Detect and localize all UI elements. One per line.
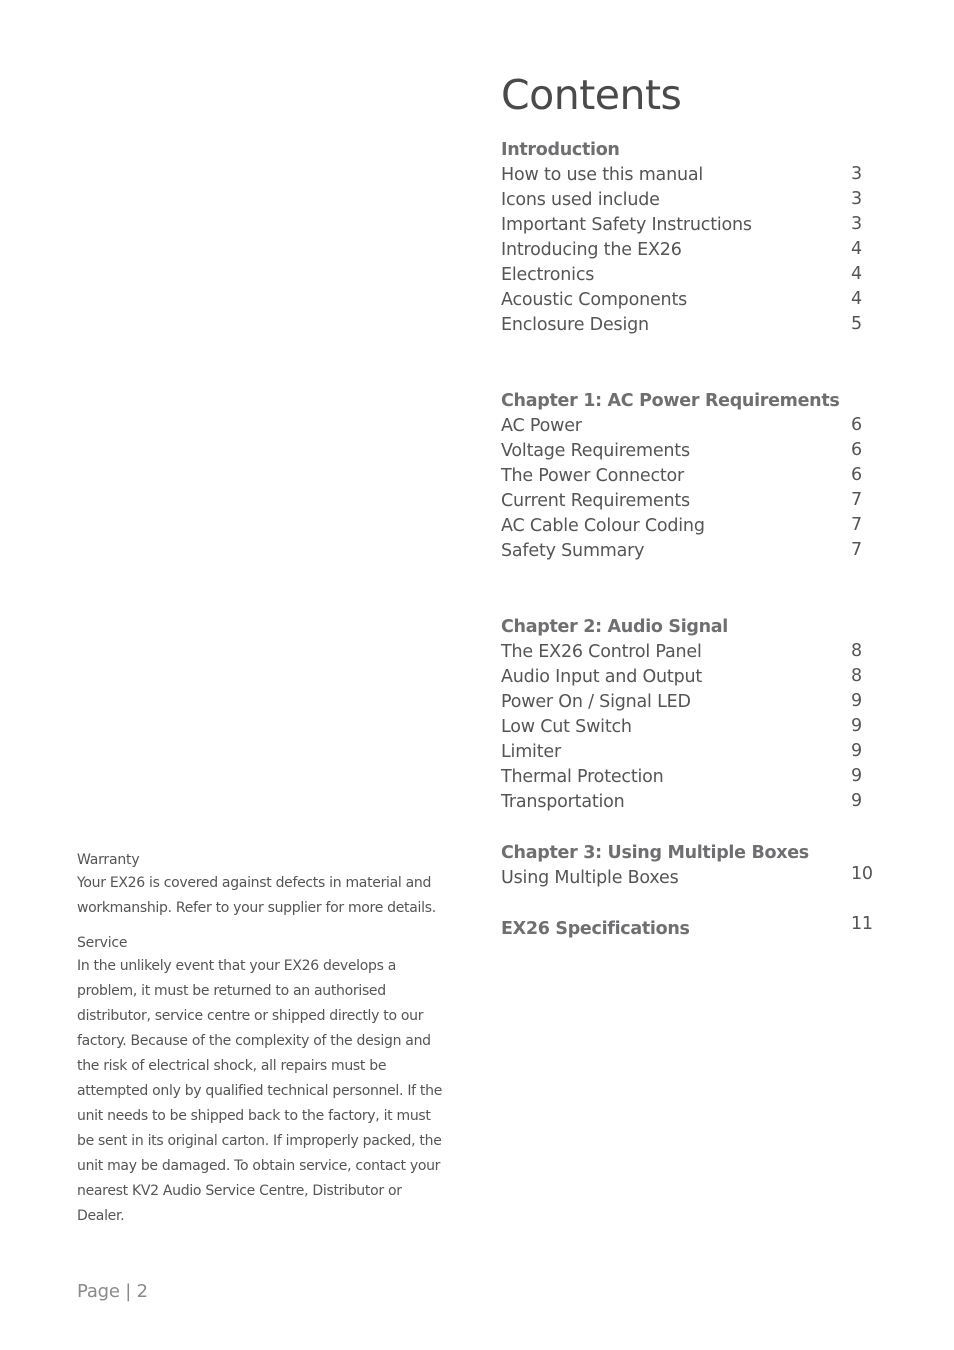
page-number: Page | 2 (77, 1281, 148, 1302)
toc-entry-page: 4 (851, 264, 862, 284)
toc-entry-label: Electronics (501, 265, 595, 285)
toc-section-introduction: Introduction How to use this manual 3 Ico… (501, 138, 871, 338)
warranty-service-notes: Warranty Your EX26 is covered against de… (77, 849, 447, 1229)
toc-entry-page: 7 (851, 515, 862, 535)
toc-entry-label: Voltage Requirements (501, 441, 690, 461)
toc-entry-label: Enclosure Design (501, 315, 649, 335)
warranty-heading: Warranty (77, 852, 140, 868)
toc-entry-label: Limiter (501, 742, 561, 762)
toc-entry-label: Low Cut Switch (501, 717, 632, 737)
toc-entry-label: Using Multiple Boxes (501, 868, 679, 888)
toc-entry-page: 3 (851, 189, 862, 209)
toc-section-heading[interactable]: EX26 Specifications 11 (501, 914, 873, 942)
toc-entry-label: Icons used include (501, 190, 660, 210)
toc-entry-page: 6 (851, 465, 862, 485)
page-title: Contents (501, 71, 682, 119)
toc-entry[interactable]: Limiter 9 (501, 740, 871, 765)
toc-entry-page: 8 (851, 666, 862, 686)
toc-entry-label: The EX26 Control Panel (501, 642, 702, 662)
toc-entry-page: 8 (851, 641, 862, 661)
toc-section-chapter-3: Chapter 3: Using Multiple Boxes Using Mu… (501, 841, 873, 891)
toc-entry-page: 3 (851, 214, 862, 234)
toc-heading-page: 11 (851, 914, 873, 934)
toc-entry-page: 9 (851, 766, 862, 786)
toc-heading-label: EX26 Specifications (501, 919, 690, 939)
toc-entry[interactable]: Current Requirements 7 (501, 489, 871, 514)
toc-entry[interactable]: Icons used include 3 (501, 188, 871, 213)
toc-entry[interactable]: Safety Summary 7 (501, 539, 871, 564)
toc-entry[interactable]: Low Cut Switch 9 (501, 715, 871, 740)
toc-heading-label: Chapter 2: Audio Signal (501, 617, 729, 637)
toc-entry[interactable]: Thermal Protection 9 (501, 765, 871, 790)
toc-section-heading[interactable]: Introduction (501, 138, 871, 163)
toc-entry-label: Safety Summary (501, 541, 645, 561)
toc-entry-label: Power On / Signal LED (501, 692, 691, 712)
toc-entry-label: Acoustic Components (501, 290, 688, 310)
toc-entry-page: 9 (851, 716, 862, 736)
toc-entry-page: 9 (851, 691, 862, 711)
toc-entry-page: 7 (851, 490, 862, 510)
toc-heading-label: Chapter 3: Using Multiple Boxes (501, 843, 809, 863)
toc-entry[interactable]: Voltage Requirements 6 (501, 439, 871, 464)
toc-entry-page: 9 (851, 791, 862, 811)
toc-heading-label: Introduction (501, 140, 620, 160)
warranty-block: Warranty Your EX26 is covered against de… (77, 849, 447, 921)
toc-entry[interactable]: The EX26 Control Panel 8 (501, 640, 871, 665)
toc-entry-label: Transportation (501, 792, 625, 812)
toc-section-heading[interactable]: Chapter 1: AC Power Requirements (501, 389, 871, 414)
service-heading: Service (77, 935, 128, 951)
toc-entry[interactable]: Introducing the EX26 4 (501, 238, 871, 263)
toc-entry-label: How to use this manual (501, 165, 704, 185)
toc-entry-page: 7 (851, 540, 862, 560)
toc-entry[interactable]: Power On / Signal LED 9 (501, 690, 871, 715)
toc-entry-label: Current Requirements (501, 491, 690, 511)
toc-entry[interactable]: Important Safety Instructions 3 (501, 213, 871, 238)
toc-entry[interactable]: Transportation 9 (501, 790, 871, 815)
toc-entry-label: The Power Connector (501, 466, 685, 486)
toc-entry-label: AC Cable Colour Coding (501, 516, 705, 536)
toc-entry-page: 5 (851, 314, 862, 334)
toc-entry[interactable]: Acoustic Components 4 (501, 288, 871, 313)
toc-entry[interactable]: How to use this manual 3 (501, 163, 871, 188)
toc-entry[interactable]: AC Power 6 (501, 414, 871, 439)
toc-entry-page: 3 (851, 164, 862, 184)
toc-section-chapter-2: Chapter 2: Audio Signal The EX26 Control… (501, 615, 871, 815)
toc-entry[interactable]: Using Multiple Boxes 10 (501, 864, 873, 891)
service-text: In the unlikely event that your EX26 dev… (77, 958, 443, 1224)
toc-entry[interactable]: The Power Connector 6 (501, 464, 871, 489)
toc-entry[interactable]: Enclosure Design 5 (501, 313, 871, 338)
toc-section-heading[interactable]: Chapter 3: Using Multiple Boxes (501, 841, 871, 866)
toc-entry-page: 4 (851, 239, 862, 259)
toc-entry[interactable]: Electronics 4 (501, 263, 871, 288)
toc-entry[interactable]: Audio Input and Output 8 (501, 665, 871, 690)
toc-entry-page: 10 (851, 864, 873, 884)
toc-entry-label: Important Safety Instructions (501, 215, 752, 235)
toc-entry-label: Audio Input and Output (501, 667, 703, 687)
toc-section-specifications: EX26 Specifications 11 (501, 914, 873, 942)
toc-entry-page: 6 (851, 415, 862, 435)
toc-heading-label: Chapter 1: AC Power Requirements (501, 391, 840, 411)
table-of-contents: Contents Introduction How to use this ma… (501, 70, 873, 942)
toc-section-heading[interactable]: Chapter 2: Audio Signal (501, 615, 871, 640)
toc-entry-label: Introducing the EX26 (501, 240, 682, 260)
toc-entry-label: AC Power (501, 416, 582, 436)
service-block: Service In the unlikely event that your … (77, 932, 447, 1229)
toc-entry-label: Thermal Protection (501, 767, 664, 787)
toc-entry-page: 6 (851, 440, 862, 460)
toc-entry-page: 9 (851, 741, 862, 761)
warranty-text: Your EX26 is covered against defects in … (77, 875, 436, 916)
toc-section-chapter-1: Chapter 1: AC Power Requirements AC Powe… (501, 389, 871, 564)
toc-entry-page: 4 (851, 289, 862, 309)
toc-entry[interactable]: AC Cable Colour Coding 7 (501, 514, 871, 539)
